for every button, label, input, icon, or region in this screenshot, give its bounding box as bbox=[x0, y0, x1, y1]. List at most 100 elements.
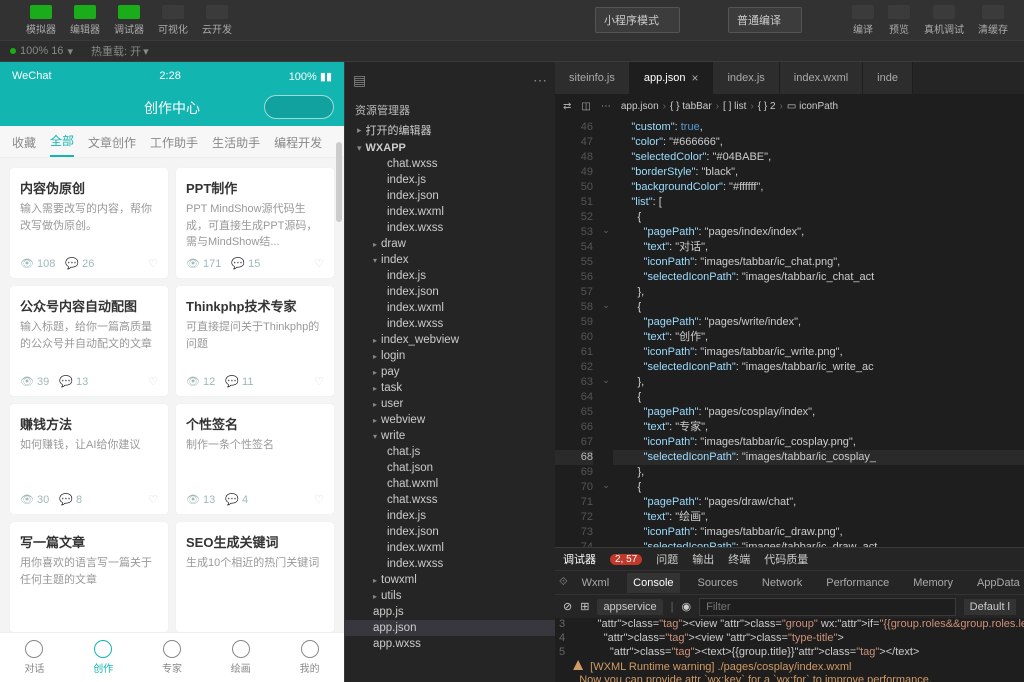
card[interactable]: PPT制作PPT MindShow源代码生成，可直接生成PPT源码，需与Mind… bbox=[176, 168, 334, 278]
devtools-tab-Performance[interactable]: Performance bbox=[820, 573, 895, 593]
folder-index_webview[interactable]: ▸index_webview bbox=[345, 332, 555, 348]
folder-index[interactable]: ▾index bbox=[345, 252, 555, 268]
file-index.wxss[interactable]: index.wxss bbox=[345, 220, 555, 236]
file-app.json[interactable]: app.json bbox=[345, 620, 555, 636]
card[interactable]: 个性签名制作一条个性签名👁 13💬 4♡ bbox=[176, 404, 334, 514]
toolbar-编译[interactable]: 编译 bbox=[846, 3, 880, 38]
tabbar-创作[interactable]: 创作 bbox=[69, 633, 138, 682]
devtools-tab-Network[interactable]: Network bbox=[756, 573, 808, 593]
nav-tab-1[interactable]: 全部 bbox=[50, 126, 74, 157]
editor-tab-index.js[interactable]: index.js bbox=[713, 62, 779, 94]
tabbar-对话[interactable]: 对话 bbox=[0, 633, 69, 682]
card[interactable]: Thinkphp技术专家可直接提问关于Thinkphp的问题👁 12💬 11♡ bbox=[176, 286, 334, 396]
editor-tab-app.json[interactable]: app.json× bbox=[630, 62, 714, 94]
dbg-tab-quality[interactable]: 代码质量 bbox=[764, 551, 808, 567]
toolbar-云开发[interactable]: 云开发 bbox=[196, 3, 238, 38]
file-index.js[interactable]: index.js bbox=[345, 268, 555, 284]
nav-tab-0[interactable]: 收藏 bbox=[12, 128, 36, 157]
devtools-tab-Sources[interactable]: Sources bbox=[692, 573, 744, 593]
card[interactable]: SEO生成关键词生成10个相近的热门关键词 bbox=[176, 522, 334, 632]
heart-icon[interactable]: ♡ bbox=[314, 375, 324, 388]
capsule-button[interactable] bbox=[264, 95, 334, 119]
code-area[interactable]: 4647484950515253545556575859606162636465… bbox=[555, 118, 1024, 547]
heart-icon[interactable]: ♡ bbox=[148, 493, 158, 506]
folder-login[interactable]: ▸login bbox=[345, 348, 555, 364]
nav-tab-5[interactable]: 编程开发 bbox=[274, 128, 322, 157]
dbg-tab-terminal[interactable]: 终端 bbox=[728, 551, 750, 567]
toolbar-调试器[interactable]: 调试器 bbox=[108, 3, 150, 38]
file-index.wxss[interactable]: index.wxss bbox=[345, 316, 555, 332]
card[interactable]: 内容伪原创输入需要改写的内容，帮你改写做伪原创。👁 108💬 26♡ bbox=[10, 168, 168, 278]
close-icon[interactable]: × bbox=[691, 71, 698, 85]
card[interactable]: 写一篇文章用你喜欢的语言写一篇关于任何主题的文章 bbox=[10, 522, 168, 632]
folder-towxml[interactable]: ▸towxml bbox=[345, 572, 555, 588]
devtools-inspect-icon[interactable]: ⟐ bbox=[559, 576, 568, 589]
folder-draw[interactable]: ▸draw bbox=[345, 236, 555, 252]
card[interactable]: 赚钱方法如何赚钱，让AI给你建议👁 30💬 8♡ bbox=[10, 404, 168, 514]
console-context[interactable]: appservice bbox=[597, 599, 662, 615]
section-open-editors[interactable]: ▸打开的编辑器 bbox=[345, 120, 555, 140]
toolbar-可视化[interactable]: 可视化 bbox=[152, 3, 194, 38]
file-index.js[interactable]: index.js bbox=[345, 172, 555, 188]
sub-icon-2[interactable]: ◫ bbox=[581, 101, 590, 112]
nav-tab-3[interactable]: 工作助手 bbox=[150, 128, 198, 157]
tabbar-专家[interactable]: 专家 bbox=[138, 633, 207, 682]
devtools-tab-Wxml[interactable]: Wxml bbox=[576, 573, 616, 593]
console-eye-icon[interactable]: ◉ bbox=[682, 600, 692, 613]
file-index.wxml[interactable]: index.wxml bbox=[345, 540, 555, 556]
dbg-tab-debugger[interactable]: 调试器 bbox=[563, 551, 596, 567]
file-chat.wxml[interactable]: chat.wxml bbox=[345, 476, 555, 492]
dbg-tab-problems[interactable]: 问题 bbox=[656, 551, 678, 567]
file-chat.wxss[interactable]: chat.wxss bbox=[345, 492, 555, 508]
folder-write[interactable]: ▾write bbox=[345, 428, 555, 444]
folder-webview[interactable]: ▸webview bbox=[345, 412, 555, 428]
heart-icon[interactable]: ♡ bbox=[148, 375, 158, 388]
dbg-tab-output[interactable]: 输出 bbox=[692, 551, 714, 567]
folder-utils[interactable]: ▸utils bbox=[345, 588, 555, 604]
heart-icon[interactable]: ♡ bbox=[314, 493, 324, 506]
devtools-tab-Console[interactable]: Console bbox=[627, 573, 679, 593]
console-filter-input[interactable] bbox=[699, 598, 956, 616]
editor-tab-index.wxml[interactable]: index.wxml bbox=[780, 62, 863, 94]
sub-icon-1[interactable]: ⇄ bbox=[563, 101, 571, 112]
toolbar-清缓存[interactable]: 清缓存 bbox=[972, 3, 1014, 38]
toolbar-真机调试[interactable]: 真机调试 bbox=[918, 3, 970, 38]
folder-pay[interactable]: ▸pay bbox=[345, 364, 555, 380]
file-chat.wxss[interactable]: chat.wxss bbox=[345, 156, 555, 172]
devtools-tab-AppData[interactable]: AppData bbox=[971, 573, 1024, 593]
mode-select[interactable]: 小程序模式 bbox=[595, 7, 680, 33]
heart-icon[interactable]: ♡ bbox=[314, 257, 324, 270]
folder-user[interactable]: ▸user bbox=[345, 396, 555, 412]
nav-tab-2[interactable]: 文章创作 bbox=[88, 128, 136, 157]
editor-tab-inde[interactable]: inde bbox=[863, 62, 913, 94]
tabbar-绘画[interactable]: 绘画 bbox=[206, 633, 275, 682]
file-index.js[interactable]: index.js bbox=[345, 508, 555, 524]
file-index.json[interactable]: index.json bbox=[345, 284, 555, 300]
editor-tab-siteinfo.js[interactable]: siteinfo.js bbox=[555, 62, 630, 94]
section-project[interactable]: ▾WXAPP bbox=[345, 140, 555, 156]
file-chat.js[interactable]: chat.js bbox=[345, 444, 555, 460]
file-index.wxml[interactable]: index.wxml bbox=[345, 204, 555, 220]
file-index.json[interactable]: index.json bbox=[345, 188, 555, 204]
explorer-files-icon[interactable]: ▤ bbox=[353, 72, 366, 89]
heart-icon[interactable]: ♡ bbox=[148, 257, 158, 270]
devtools-tab-Memory[interactable]: Memory bbox=[907, 573, 959, 593]
file-app.wxss[interactable]: app.wxss bbox=[345, 636, 555, 652]
file-app.js[interactable]: app.js bbox=[345, 604, 555, 620]
nav-tab-4[interactable]: 生活助手 bbox=[212, 128, 260, 157]
sub-icon-3[interactable]: ⋯ bbox=[601, 101, 611, 112]
file-index.wxml[interactable]: index.wxml bbox=[345, 300, 555, 316]
console-level-select[interactable]: Default l bbox=[964, 599, 1016, 615]
toolbar-预览[interactable]: 预览 bbox=[882, 3, 916, 38]
file-index.json[interactable]: index.json bbox=[345, 524, 555, 540]
console-clear-icon[interactable]: ⊘ bbox=[563, 600, 572, 613]
translate-select[interactable]: 普通编译 bbox=[728, 7, 802, 33]
folder-task[interactable]: ▸task bbox=[345, 380, 555, 396]
file-index.wxss[interactable]: index.wxss bbox=[345, 556, 555, 572]
card[interactable]: 公众号内容自动配图输入标题，给你一篇高质量的公众号并自动配文的文章👁 39💬 1… bbox=[10, 286, 168, 396]
file-chat.json[interactable]: chat.json bbox=[345, 460, 555, 476]
console-top-icon[interactable]: ⊞ bbox=[580, 600, 589, 613]
breadcrumb[interactable]: app.json›{ } tabBar›[ ] list›{ } 2›▭ ico… bbox=[621, 101, 1016, 112]
tabbar-我的[interactable]: 我的 bbox=[275, 633, 344, 682]
toolbar-编辑器[interactable]: 编辑器 bbox=[64, 3, 106, 38]
